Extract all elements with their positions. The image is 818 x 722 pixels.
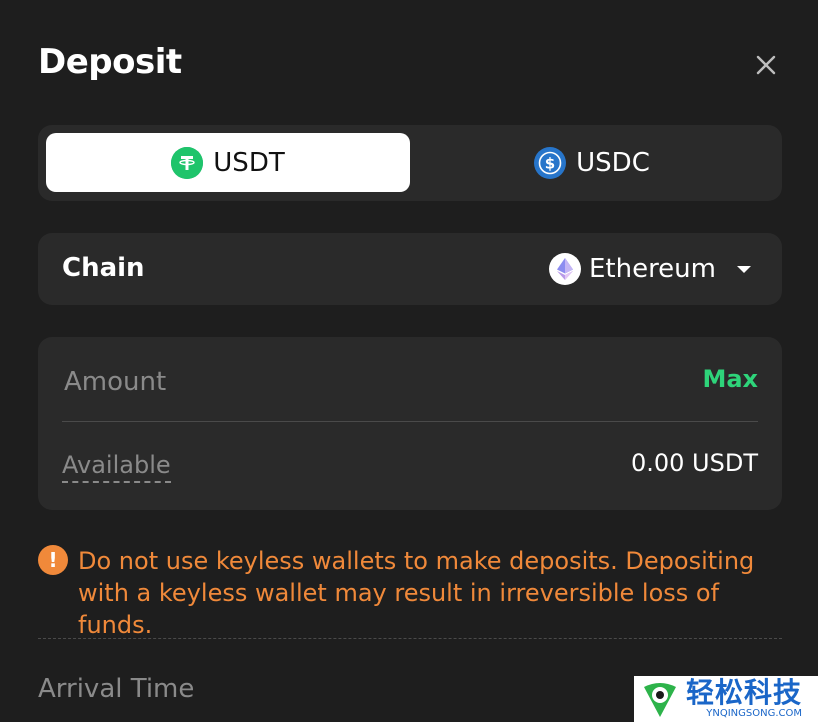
usdc-coin-icon: $	[534, 146, 567, 179]
chain-selected-value: Ethereum	[588, 254, 716, 284]
watermark-text-cn: 轻松科技	[686, 676, 803, 709]
watermark-text-en: YNQINGSONG.COM	[706, 708, 803, 719]
available-balance: 0.00 USDT	[630, 449, 758, 477]
tab-usdt[interactable]: USDT	[46, 133, 410, 192]
svg-text:$: $	[545, 154, 555, 172]
tab-usdt-label: USDT	[213, 147, 285, 178]
close-button[interactable]	[750, 49, 782, 81]
arrival-time-label: Arrival Time	[38, 674, 195, 704]
amount-input[interactable]	[62, 361, 626, 403]
tab-usdc-label: USDC	[576, 147, 650, 178]
chain-selector-row: Chain Ethereum	[38, 233, 782, 305]
warning-text: Do not use keyless wallets to make depos…	[78, 547, 755, 639]
divider	[62, 421, 758, 422]
page-title: Deposit	[38, 42, 182, 82]
chain-dropdown[interactable]: Ethereum	[548, 251, 758, 287]
logo-icon	[644, 683, 676, 717]
close-icon	[756, 55, 776, 75]
max-button[interactable]: Max	[702, 365, 758, 393]
section-divider	[38, 638, 782, 639]
tab-usdc[interactable]: $ USDC	[410, 133, 774, 192]
warning-notice: ! Do not use keyless wallets to make dep…	[38, 545, 782, 641]
amount-card: Max Available 0.00 USDT	[38, 337, 782, 510]
caret-down-icon	[737, 266, 751, 273]
exclamation-icon: !	[38, 545, 68, 575]
currency-tabs: USDT $ USDC	[38, 125, 782, 201]
usdt-coin-icon	[171, 146, 204, 179]
chain-label: Chain	[62, 253, 145, 283]
watermark-logo: 轻松科技 YNQINGSONG.COM	[634, 676, 818, 722]
ethereum-icon	[548, 253, 581, 285]
available-label[interactable]: Available	[62, 451, 171, 483]
